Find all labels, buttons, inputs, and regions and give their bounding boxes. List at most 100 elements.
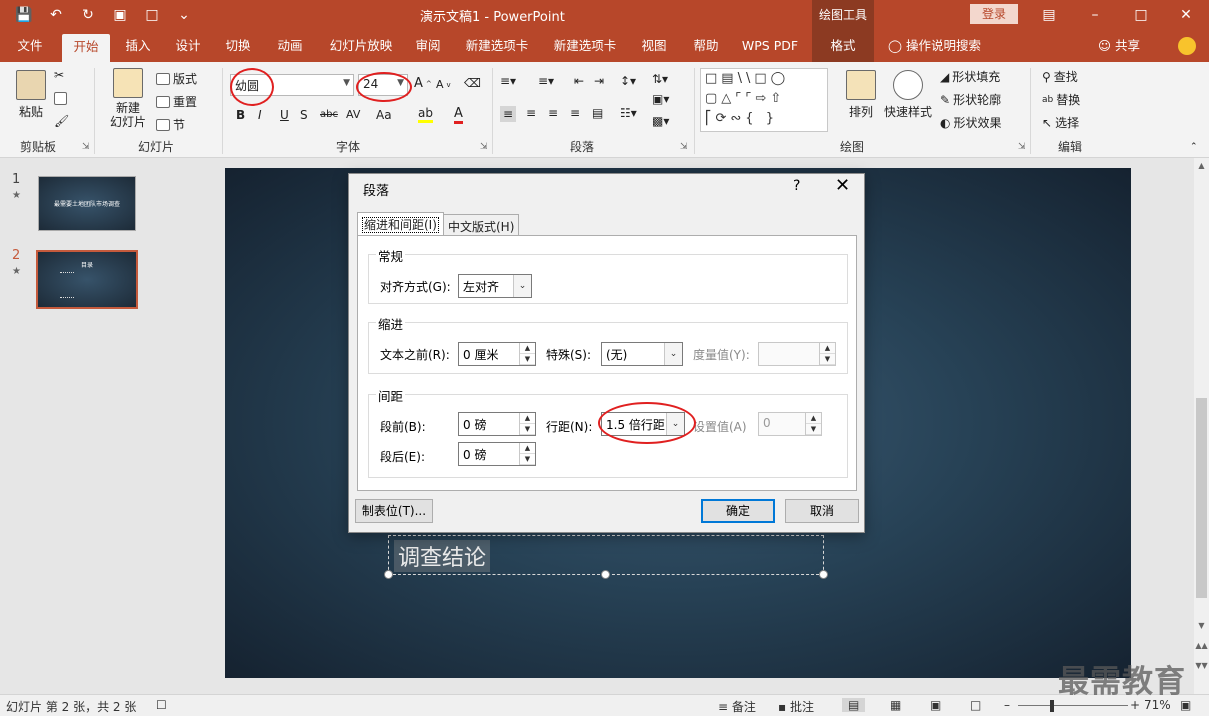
customize-qat-icon[interactable]: ⌄ [170,4,198,26]
comments-button[interactable]: ▪ 批注 [778,698,814,715]
save-icon[interactable]: 💾 [10,4,38,26]
format-painter-icon[interactable]: 🖌 [54,114,69,128]
spin-up-icon[interactable]: ▲ [820,343,835,354]
tab-new-2[interactable]: 新建选项卡 [546,30,624,62]
maximize-icon[interactable]: □ [1118,0,1164,30]
change-case-button[interactable]: Aa [376,108,392,122]
selected-textbox[interactable] [388,535,824,575]
resize-handle[interactable] [601,570,610,579]
tab-design[interactable]: 设计 [166,30,210,62]
spin-up-icon[interactable]: ▲ [520,343,535,354]
section-button[interactable]: 节 [156,116,185,133]
spinner[interactable]: ▲ ▼ [519,443,535,465]
cancel-button[interactable]: 取消 [785,499,859,523]
spin-up-icon[interactable]: ▲ [520,413,535,424]
tabs-button[interactable]: 制表位(T)... [355,499,433,523]
share-button[interactable]: ☺ 共享 [1098,30,1140,62]
clipboard-launcher-icon[interactable]: ⇲ [82,142,90,152]
shapes-gallery[interactable]: □▤\\□◯ ▢△⌜⌜⇨⇧ ⎡⟳∾{ } [700,68,828,132]
slide-thumbnail-2[interactable]: 目录 [34,248,140,311]
grow-font-icon[interactable]: A ^ [414,76,432,91]
alignment-select[interactable]: 左对齐 ⌄ [458,274,532,298]
tab-review[interactable]: 审阅 [408,30,448,62]
spin-down-icon[interactable]: ▼ [820,354,835,365]
zoom-slider[interactable] [1018,705,1128,706]
decrease-indent-icon[interactable]: ⇤ [574,74,584,88]
spinner[interactable]: ▲ ▼ [519,343,535,365]
tab-help[interactable]: 帮助 [684,30,728,62]
space-before-input[interactable]: 0 磅 ▲ ▼ [458,412,536,436]
new-slide-button[interactable]: 新建 幻灯片 [104,68,152,129]
paragraph-launcher-icon[interactable]: ⇲ [680,142,688,152]
spin-down-icon[interactable]: ▼ [806,424,821,435]
slideshow-view-icon[interactable]: □ [970,698,981,712]
previous-slide-icon[interactable]: ▲▲ [1194,638,1209,653]
drawing-launcher-icon[interactable]: ⇲ [1018,142,1026,152]
spinner[interactable]: ▲ ▼ [519,413,535,435]
increase-indent-icon[interactable]: ⇥ [594,74,604,88]
align-center-icon[interactable]: ≡ [526,106,536,120]
strikethrough-button[interactable]: abc [320,109,338,120]
tab-format[interactable]: 格式 [812,30,874,62]
tab-asian-typography[interactable]: 中文版式(H) [443,214,520,236]
spin-down-icon[interactable]: ▼ [520,354,535,365]
highlight-color-icon[interactable]: ab [418,106,433,123]
font-color-icon[interactable]: A [454,106,463,124]
new-file-icon[interactable]: □ [138,4,166,26]
tab-insert[interactable]: 插入 [116,30,160,62]
columns-icon[interactable]: ☷▾ [620,106,637,120]
spin-down-icon[interactable]: ▼ [520,454,535,465]
text-direction-icon[interactable]: ⇅▾ [652,72,668,86]
distributed-icon[interactable]: ▤ [592,106,603,120]
tab-animations[interactable]: 动画 [268,30,312,62]
reading-view-icon[interactable]: ▣ [930,698,941,712]
special-select[interactable]: (无) ⌄ [601,342,683,366]
text-shadow-button[interactable]: S [300,108,308,122]
clear-formatting-icon[interactable]: ⌫ [464,76,481,90]
close-icon[interactable]: ✕ [1163,0,1209,30]
tab-wps-pdf[interactable]: WPS PDF [736,30,804,62]
character-spacing-button[interactable]: AV [346,108,360,121]
tab-file[interactable]: 文件 [8,30,52,62]
spell-check-icon[interactable]: ☐ [156,698,167,712]
replace-button[interactable]: ab 替换 [1042,91,1080,108]
line-spacing-icon[interactable]: ↕▾ [620,74,636,88]
zoom-slider-knob[interactable] [1050,700,1054,712]
numbering-icon[interactable]: ≡▾ [538,74,554,88]
redo-icon[interactable]: ↻ [74,4,102,26]
minimize-icon[interactable]: – [1072,0,1118,30]
normal-view-icon[interactable]: ▤ [842,698,866,712]
by-input[interactable]: ▲ ▼ [758,342,836,366]
tab-view[interactable]: 视图 [632,30,676,62]
help-button[interactable]: ? [793,178,800,194]
next-slide-icon[interactable]: ▼▼ [1194,658,1209,673]
italic-button[interactable]: I [258,108,262,122]
scroll-thumb[interactable] [1196,398,1207,598]
spinner[interactable]: ▲ ▼ [819,343,835,365]
slide-sorter-icon[interactable]: ▦ [890,698,901,712]
tab-transitions[interactable]: 切换 [216,30,260,62]
shrink-font-icon[interactable]: Av [436,78,451,91]
spin-down-icon[interactable]: ▼ [520,424,535,435]
align-right-icon[interactable]: ≡ [548,106,558,120]
select-button[interactable]: ↖ 选择 [1042,114,1079,131]
smartart-icon[interactable]: ▩▾ [652,114,669,128]
scroll-up-icon[interactable]: ▲ [1194,158,1209,173]
shape-fill-button[interactable]: ◢ 形状填充 [940,68,1000,85]
shape-outline-button[interactable]: ✎ 形状轮廓 [940,91,1001,108]
resize-handle[interactable] [384,570,393,579]
ribbon-display-options-icon[interactable]: ▤ [1026,0,1072,30]
spin-up-icon[interactable]: ▲ [520,443,535,454]
at-input[interactable]: 0 ▲ ▼ [758,412,822,436]
vertical-scrollbar[interactable]: ▲ ▼ ▲▲ ▼▼ [1194,158,1209,694]
tab-home[interactable]: 开始 [62,34,110,62]
bold-button[interactable]: B [236,108,245,122]
dialog-close-icon[interactable]: ✕ [835,175,850,196]
ok-button[interactable]: 确定 [701,499,775,523]
spin-up-icon[interactable]: ▲ [806,413,821,424]
spinner[interactable]: ▲ ▼ [805,413,821,435]
shape-effects-button[interactable]: ◐ 形状效果 [940,114,1002,131]
layout-button[interactable]: 版式 [156,70,197,87]
before-text-input[interactable]: 0 厘米 ▲ ▼ [458,342,536,366]
collapse-ribbon-icon[interactable]: ⌃ [1190,142,1198,152]
